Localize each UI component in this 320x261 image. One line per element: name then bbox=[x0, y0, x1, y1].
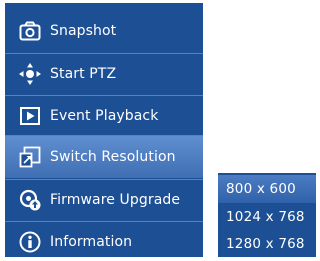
menu-item-event-playback[interactable]: Event Playback bbox=[5, 95, 203, 135]
resolution-option-label: 800 x 600 bbox=[226, 181, 296, 197]
resolution-option-label: 1024 x 768 bbox=[226, 209, 305, 225]
menu-item-snapshot[interactable]: Snapshot bbox=[5, 11, 203, 51]
resolution-submenu: 800 x 600 1024 x 768 1280 x 768 bbox=[218, 173, 316, 257]
resolution-option-800x600[interactable]: 800 x 600 bbox=[218, 175, 316, 203]
menu-item-label: Event Playback bbox=[50, 107, 159, 124]
menu-item-switch-resolution[interactable]: Switch Resolution bbox=[5, 135, 203, 178]
menu-item-start-ptz[interactable]: Start PTZ bbox=[5, 53, 203, 93]
play-icon bbox=[19, 105, 41, 127]
menu-item-label: Switch Resolution bbox=[50, 149, 176, 165]
menu-item-label: Start PTZ bbox=[50, 65, 117, 82]
menu-item-label: Information bbox=[50, 233, 133, 250]
menu-item-firmware-upgrade[interactable]: Firmware Upgrade bbox=[5, 179, 203, 219]
camera-icon bbox=[19, 20, 41, 42]
menu-item-label: Snapshot bbox=[50, 23, 117, 39]
resolution-option-1280x768[interactable]: 1280 x 768 bbox=[218, 230, 316, 258]
resolution-option-1024x768[interactable]: 1024 x 768 bbox=[218, 203, 316, 231]
info-icon bbox=[19, 231, 41, 253]
firmware-upgrade-icon bbox=[19, 189, 41, 211]
menu-item-label: Firmware Upgrade bbox=[50, 191, 181, 208]
switch-resolution-icon bbox=[19, 146, 41, 168]
context-menu: Snapshot Start PTZ Event Playback Switch… bbox=[5, 3, 203, 257]
resolution-option-label: 1280 x 768 bbox=[226, 236, 305, 252]
menu-item-information[interactable]: Information bbox=[5, 221, 203, 261]
ptz-move-icon bbox=[19, 62, 41, 85]
